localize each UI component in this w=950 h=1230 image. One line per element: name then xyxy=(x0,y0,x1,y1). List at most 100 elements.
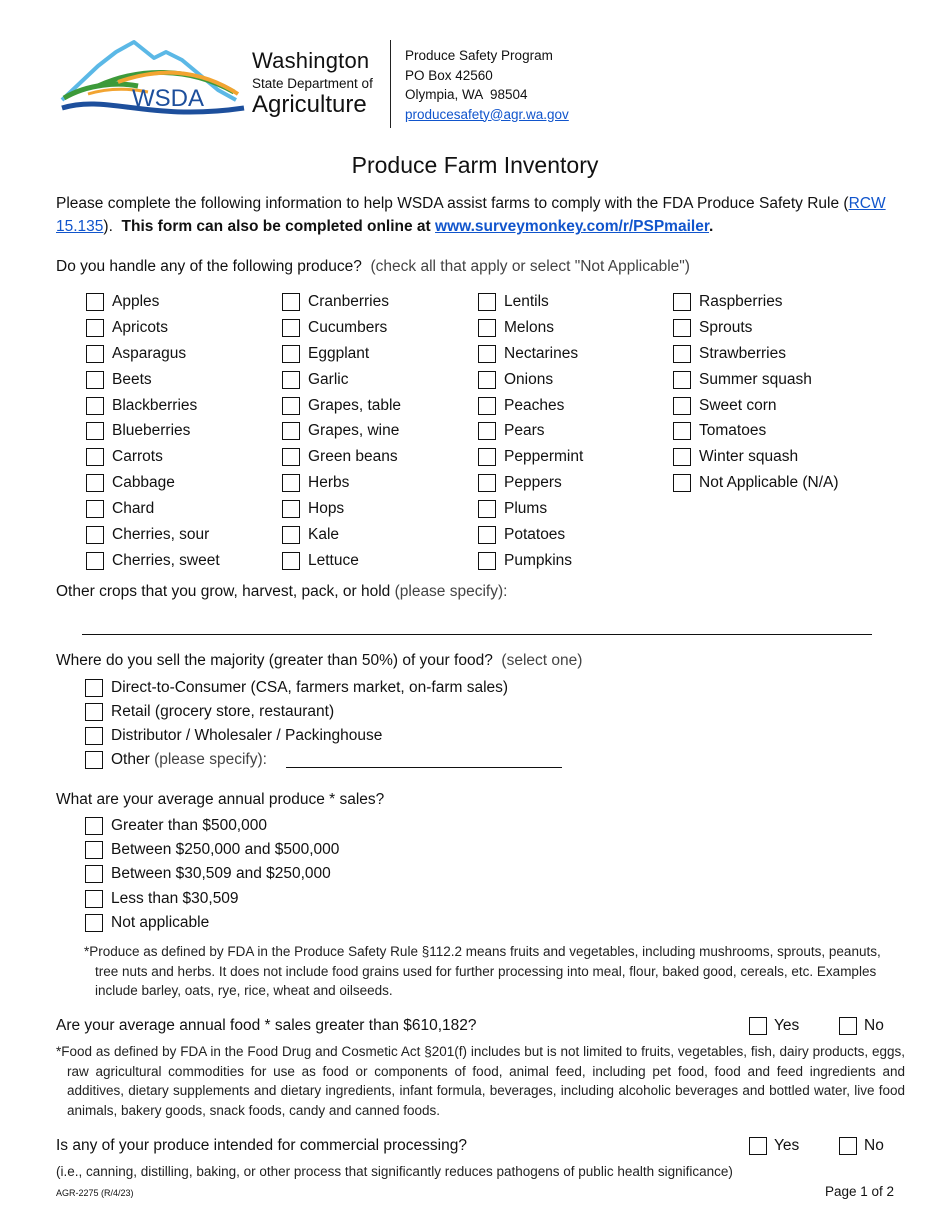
produce-option[interactable]: Potatoes xyxy=(478,522,583,548)
checkbox[interactable] xyxy=(86,525,104,544)
checkbox[interactable] xyxy=(86,396,104,415)
checkbox[interactable] xyxy=(85,865,103,883)
checkbox[interactable] xyxy=(749,1137,767,1155)
produce-option[interactable]: Nectarines xyxy=(478,341,583,367)
produce-option[interactable]: Raspberries xyxy=(673,289,839,315)
checkbox[interactable] xyxy=(282,474,300,493)
checkbox[interactable] xyxy=(282,422,300,441)
checkbox[interactable] xyxy=(85,703,103,721)
checkbox[interactable] xyxy=(86,551,104,570)
produce-option[interactable]: Peppermint xyxy=(478,444,583,470)
produce-option[interactable]: Sweet corn xyxy=(673,393,839,419)
produce-option[interactable]: Hops xyxy=(282,496,401,522)
produce-option[interactable]: Blueberries xyxy=(86,418,220,444)
checkbox[interactable] xyxy=(282,396,300,415)
checkbox[interactable] xyxy=(839,1137,857,1155)
sell-option[interactable]: Retail (grocery store, restaurant) xyxy=(85,702,334,722)
checkbox[interactable] xyxy=(478,396,496,415)
produce-option[interactable]: Lentils xyxy=(478,289,583,315)
produce-option[interactable]: Peaches xyxy=(478,393,583,419)
sell-option[interactable]: Direct-to-Consumer (CSA, farmers market,… xyxy=(85,678,508,698)
checkbox[interactable] xyxy=(86,292,104,311)
sales-option[interactable]: Less than $30,509 xyxy=(85,889,239,909)
checkbox[interactable] xyxy=(478,500,496,519)
produce-option[interactable]: Pumpkins xyxy=(478,548,583,574)
processing-no-option[interactable]: No xyxy=(839,1137,884,1155)
produce-option[interactable]: Asparagus xyxy=(86,341,220,367)
checkbox[interactable] xyxy=(749,1017,767,1035)
checkbox[interactable] xyxy=(86,474,104,493)
produce-option[interactable]: Cranberries xyxy=(282,289,401,315)
produce-option[interactable]: Melons xyxy=(478,315,583,341)
produce-option[interactable]: Garlic xyxy=(282,367,401,393)
email-link[interactable]: producesafety@agr.wa.gov xyxy=(405,107,569,122)
sales-option[interactable]: Greater than $500,000 xyxy=(85,816,267,836)
sales-option[interactable]: Between $30,509 and $250,000 xyxy=(85,864,331,884)
checkbox[interactable] xyxy=(478,318,496,337)
checkbox[interactable] xyxy=(282,500,300,519)
produce-option[interactable]: Plums xyxy=(478,496,583,522)
produce-option[interactable]: Cucumbers xyxy=(282,315,401,341)
checkbox[interactable] xyxy=(85,751,103,769)
produce-option[interactable]: Onions xyxy=(478,367,583,393)
checkbox[interactable] xyxy=(85,679,103,697)
produce-option[interactable]: Grapes, wine xyxy=(282,418,401,444)
sales-option[interactable]: Not applicable xyxy=(85,913,209,933)
checkbox[interactable] xyxy=(673,422,691,441)
other-crops-input[interactable] xyxy=(82,634,872,635)
produce-option[interactable]: Carrots xyxy=(86,444,220,470)
checkbox[interactable] xyxy=(282,344,300,363)
sales-option[interactable]: Between $250,000 and $500,000 xyxy=(85,840,339,860)
food-no-option[interactable]: No xyxy=(839,1017,884,1035)
checkbox[interactable] xyxy=(478,474,496,493)
checkbox[interactable] xyxy=(839,1017,857,1035)
checkbox[interactable] xyxy=(478,448,496,467)
checkbox[interactable] xyxy=(673,344,691,363)
checkbox[interactable] xyxy=(85,727,103,745)
checkbox[interactable] xyxy=(673,292,691,311)
checkbox[interactable] xyxy=(86,500,104,519)
checkbox[interactable] xyxy=(282,551,300,570)
produce-option[interactable]: Sprouts xyxy=(673,315,839,341)
checkbox[interactable] xyxy=(86,422,104,441)
produce-option[interactable]: Summer squash xyxy=(673,367,839,393)
checkbox[interactable] xyxy=(282,292,300,311)
produce-option[interactable]: Pears xyxy=(478,418,583,444)
produce-option[interactable]: Cherries, sour xyxy=(86,522,220,548)
checkbox[interactable] xyxy=(282,525,300,544)
produce-option[interactable]: Apricots xyxy=(86,315,220,341)
produce-option[interactable]: Eggplant xyxy=(282,341,401,367)
produce-option[interactable]: Green beans xyxy=(282,444,401,470)
produce-option[interactable]: Tomatoes xyxy=(673,418,839,444)
checkbox[interactable] xyxy=(85,817,103,835)
checkbox[interactable] xyxy=(478,525,496,544)
produce-option[interactable]: Blackberries xyxy=(86,393,220,419)
checkbox[interactable] xyxy=(85,841,103,859)
produce-option[interactable]: Kale xyxy=(282,522,401,548)
produce-option[interactable]: Lettuce xyxy=(282,548,401,574)
produce-option[interactable]: Cabbage xyxy=(86,470,220,496)
produce-option[interactable]: Winter squash xyxy=(673,444,839,470)
checkbox[interactable] xyxy=(85,914,103,932)
checkbox[interactable] xyxy=(673,318,691,337)
sell-option-other[interactable]: Other (please specify): xyxy=(85,750,271,770)
sell-other-input[interactable] xyxy=(286,767,562,768)
produce-option[interactable]: Strawberries xyxy=(673,341,839,367)
checkbox[interactable] xyxy=(673,448,691,467)
produce-option[interactable]: Cherries, sweet xyxy=(86,548,220,574)
checkbox[interactable] xyxy=(673,396,691,415)
checkbox[interactable] xyxy=(478,292,496,311)
checkbox[interactable] xyxy=(86,448,104,467)
checkbox[interactable] xyxy=(86,370,104,389)
produce-option[interactable]: Not Applicable (N/A) xyxy=(673,470,839,496)
checkbox[interactable] xyxy=(86,318,104,337)
produce-option[interactable]: Chard xyxy=(86,496,220,522)
produce-option[interactable]: Beets xyxy=(86,367,220,393)
checkbox[interactable] xyxy=(478,422,496,441)
checkbox[interactable] xyxy=(282,318,300,337)
processing-yes-option[interactable]: Yes xyxy=(749,1137,799,1155)
checkbox[interactable] xyxy=(673,370,691,389)
checkbox[interactable] xyxy=(86,344,104,363)
checkbox[interactable] xyxy=(282,370,300,389)
sell-option[interactable]: Distributor / Wholesaler / Packinghouse xyxy=(85,726,382,746)
